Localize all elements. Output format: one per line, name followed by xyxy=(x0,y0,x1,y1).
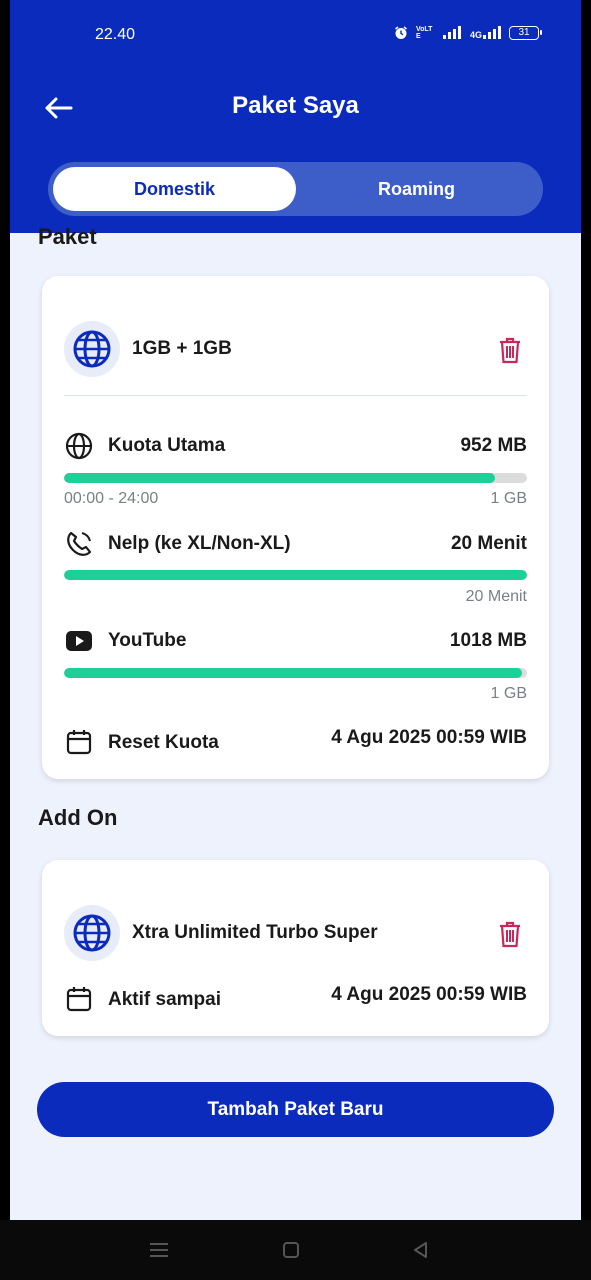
globe-icon xyxy=(73,914,111,952)
quota-progress-bar xyxy=(64,473,527,483)
youtube-progress-fill xyxy=(64,668,523,678)
call-progress-bar xyxy=(64,570,527,580)
back-nav-button[interactable] xyxy=(409,1238,433,1262)
package-card[interactable]: 1GB + 1GB Kuota Utama 952 MB 00:00 - 24:… xyxy=(42,276,549,779)
package-name: 1GB + 1GB xyxy=(132,338,232,359)
active-until-label: Aktif sampai xyxy=(108,989,221,1010)
kuota-globe-icon xyxy=(64,431,94,461)
globe-icon xyxy=(73,330,111,368)
youtube-label: YouTube xyxy=(108,630,187,651)
menu-nav-button[interactable] xyxy=(147,1238,171,1262)
back-triangle-icon xyxy=(414,1242,427,1258)
youtube-icon-wrap xyxy=(64,626,94,656)
addon-card[interactable]: Xtra Unlimited Turbo Super Aktif sampai … xyxy=(42,860,549,1036)
call-label: Nelp (ke XL/Non-XL) xyxy=(108,533,291,554)
quota-total: 1 GB xyxy=(490,490,527,507)
addon-section-title: Add On xyxy=(38,805,118,830)
quota-time-range: 00:00 - 24:00 xyxy=(64,490,159,507)
trash-icon xyxy=(500,921,520,948)
youtube-value: 1018 MB xyxy=(449,630,527,651)
call-progress-fill xyxy=(64,570,527,580)
quota-label: Kuota Utama xyxy=(108,435,226,456)
package-globe-icon xyxy=(64,321,120,377)
active-until-date: 4 Agu 2025 00:59 WIB xyxy=(331,984,527,1005)
phone-call-icon xyxy=(67,531,92,556)
youtube-total: 1 GB xyxy=(490,685,527,702)
call-total: 20 Menit xyxy=(465,588,527,605)
add-new-package-button[interactable]: Tambah Paket Baru xyxy=(37,1082,554,1137)
active-calendar-icon xyxy=(64,984,94,1014)
home-square-icon xyxy=(283,1242,299,1258)
card-divider xyxy=(64,395,527,396)
call-icon-wrap xyxy=(64,529,94,559)
delete-package-button[interactable] xyxy=(495,334,525,366)
addon-globe-icon xyxy=(64,905,120,961)
trash-icon xyxy=(500,337,520,364)
youtube-icon xyxy=(66,631,92,651)
delete-addon-button[interactable] xyxy=(495,918,525,950)
calendar-icon xyxy=(66,730,92,755)
globe-icon xyxy=(65,432,93,460)
reset-label: Reset Kuota xyxy=(108,732,219,753)
menu-icon xyxy=(150,1243,168,1257)
system-nav-bar xyxy=(0,1220,591,1280)
app-screen: 22.40 VoLTE 4G 31 Paket Saya Domestik Ro… xyxy=(10,0,581,1220)
call-value: 20 Menit xyxy=(450,533,527,554)
quota-progress-fill xyxy=(64,473,495,483)
home-nav-button[interactable] xyxy=(279,1238,303,1262)
quota-value: 952 MB xyxy=(460,435,527,456)
calendar-icon xyxy=(66,987,92,1012)
addon-name: Xtra Unlimited Turbo Super xyxy=(132,922,378,943)
reset-date: 4 Agu 2025 00:59 WIB xyxy=(331,727,527,748)
reset-calendar-icon xyxy=(64,727,94,757)
youtube-progress-bar xyxy=(64,668,527,678)
